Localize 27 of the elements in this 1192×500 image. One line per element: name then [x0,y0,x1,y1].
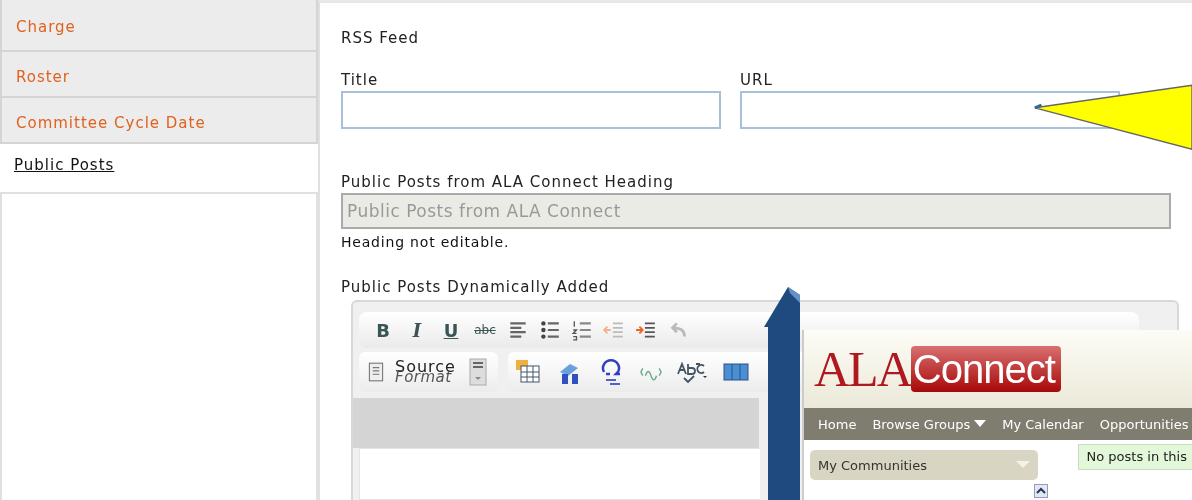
panel-header[interactable]: My Communities [810,450,1038,480]
field-label: Public Posts Dynamically Added [341,278,611,296]
scroll-up-icon[interactable] [1034,484,1048,498]
field-label: Public Posts from ALA Connect Heading [341,173,675,191]
caret-icon [974,420,987,428]
caret-icon [1015,461,1030,469]
field-label: URL [740,71,774,89]
nav-link[interactable]: My Calendar [1002,416,1084,432]
title-input[interactable] [341,91,721,129]
field-label: Title [341,71,380,89]
section-title: RSS Feed [341,29,421,47]
italic-button[interactable]: I [405,319,429,341]
bold-button[interactable]: B [371,319,395,341]
nav-link[interactable]: Home [818,416,857,432]
numbered-list-icon[interactable] [571,319,593,341]
panel-title: My Communities [818,457,927,473]
spellcheck-icon[interactable] [675,360,708,384]
logo-text: Connect [910,346,1061,392]
underline-button[interactable]: U [439,319,463,341]
strikethrough-button[interactable]: abc [473,323,497,337]
field-note: Heading not editable. [341,234,511,250]
nav-link[interactable]: Opportunities [1099,416,1189,432]
bulleted-list-icon[interactable] [539,319,561,341]
logo-text: ALA [814,340,911,398]
notice-message: No posts in this [1077,444,1192,470]
nav-link[interactable]: Browse Groups [872,416,987,432]
align-left-icon[interactable] [507,319,529,341]
